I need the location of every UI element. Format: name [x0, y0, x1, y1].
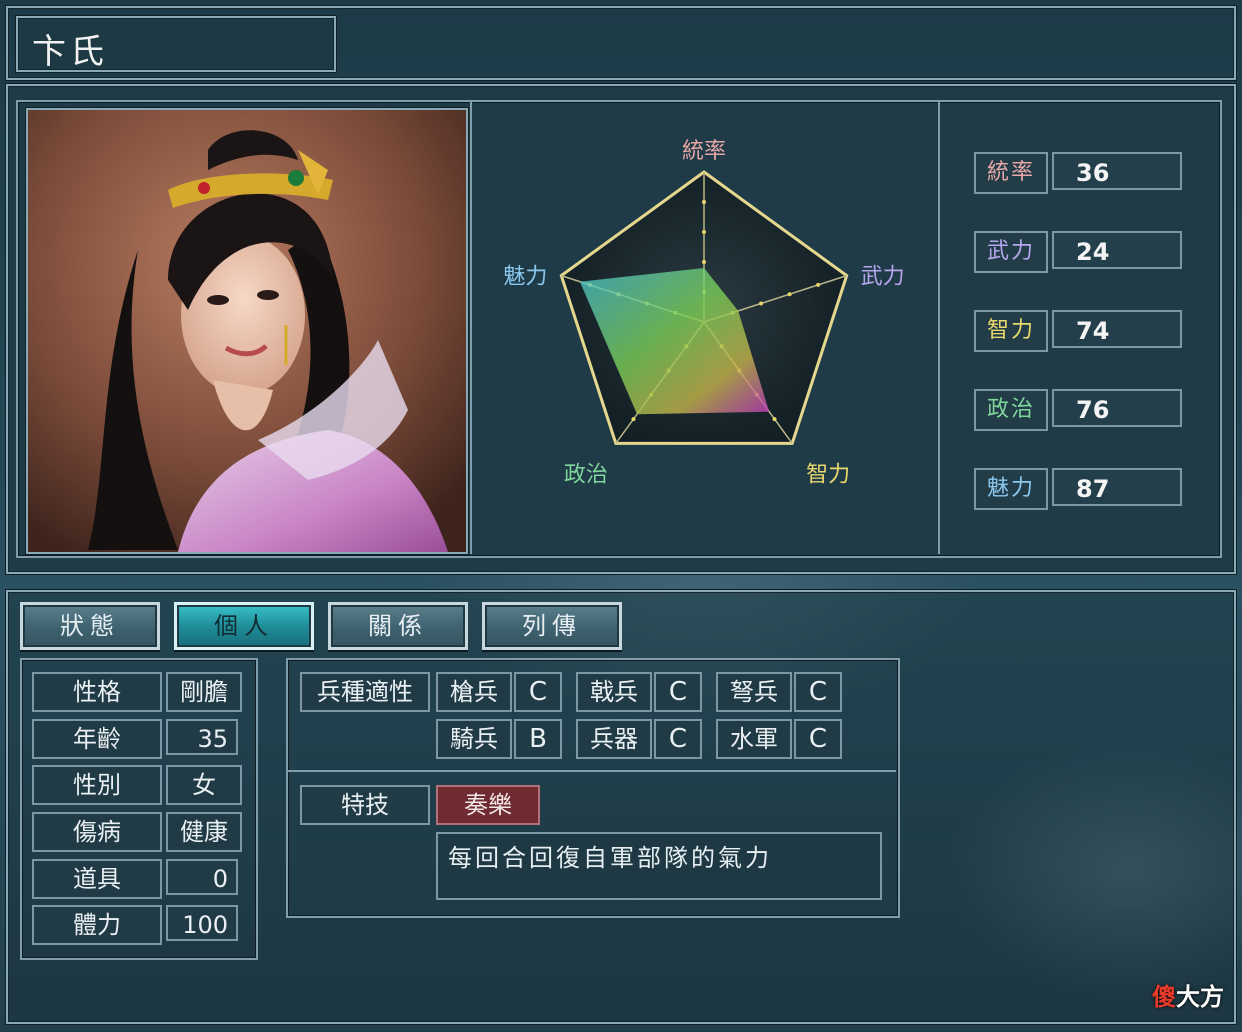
personal-value-stamina: 100	[166, 905, 238, 941]
stat-label-zhi: 智力	[974, 310, 1048, 352]
personal-value-personality: 剛膽	[166, 672, 242, 712]
radar-tick-dot	[631, 417, 636, 422]
officer-name: 卞氏	[32, 32, 108, 72]
personal-value-injury: 健康	[166, 812, 242, 852]
radar-tick-dot	[702, 230, 706, 234]
aptitude-grade-cavalry: B	[514, 719, 562, 759]
aptitude-title: 兵種適性	[300, 672, 430, 712]
watermark-part1: 傻	[1152, 983, 1176, 1011]
aptitude-grade-halberd: C	[654, 672, 702, 712]
aptitude-grade-navy: C	[794, 719, 842, 759]
radar-label-mei: 魅力	[503, 265, 547, 290]
stat-value-mei: 87	[1052, 468, 1182, 506]
aptitude-unit-spear: 槍兵	[436, 672, 512, 712]
radar-tick-dot	[759, 301, 764, 306]
tab-biography[interactable]: 列傳	[482, 602, 622, 650]
aptitude-grade-spear: C	[514, 672, 562, 712]
personal-label-age: 年齡	[32, 719, 162, 759]
radar-chart: 統率 武力 智力 政治 魅力	[503, 139, 905, 487]
aptitude-unit-navy: 水軍	[716, 719, 792, 759]
tab-personal[interactable]: 個人	[174, 602, 314, 650]
radar-tick-dot	[816, 282, 821, 287]
stat-label-tong: 統率	[974, 152, 1048, 194]
radar-label-wu: 武力	[861, 265, 905, 290]
stat-label-mei: 魅力	[974, 468, 1048, 510]
aptitude-unit-halberd: 戟兵	[576, 672, 652, 712]
aptitude-grade-siege: C	[654, 719, 702, 759]
personal-label-injury: 傷病	[32, 812, 162, 852]
stat-value-tong: 36	[1052, 152, 1182, 190]
personal-value-gender: 女	[166, 765, 242, 805]
radar-tick-dot	[772, 417, 777, 422]
aptitude-grade-crossbow: C	[794, 672, 842, 712]
watermark-logo: 傻大方	[1152, 977, 1224, 1012]
personal-label-stamina: 體力	[32, 905, 162, 945]
stat-label-zheng: 政治	[974, 389, 1048, 431]
skill-description: 每回合回復自軍部隊的氣力	[436, 832, 882, 900]
personal-label-items: 道具	[32, 859, 162, 899]
stat-value-wu: 24	[1052, 231, 1182, 269]
portrait	[26, 108, 468, 554]
radar-label-zhi: 智力	[806, 462, 850, 487]
aptitude-unit-cavalry: 騎兵	[436, 719, 512, 759]
personal-value-items: 0	[166, 859, 238, 895]
personal-value-age: 35	[166, 719, 238, 755]
skill-name[interactable]: 奏樂	[436, 785, 540, 825]
radar-tick-dot	[702, 260, 706, 264]
aptitude-unit-siege: 兵器	[576, 719, 652, 759]
personal-label-personality: 性格	[32, 672, 162, 712]
radar-label-zheng: 政治	[564, 462, 608, 487]
radar-tick-dot	[702, 200, 706, 204]
radar-tick-dot	[787, 292, 792, 297]
name-box: 卞氏	[16, 16, 336, 72]
stat-value-zhi: 74	[1052, 310, 1182, 348]
aptitude-divider	[286, 770, 896, 772]
tab-relations[interactable]: 關係	[328, 602, 468, 650]
tab-status[interactable]: 狀態	[20, 602, 160, 650]
personal-label-gender: 性別	[32, 765, 162, 805]
portrait-image	[28, 110, 466, 552]
stat-label-wu: 武力	[974, 231, 1048, 273]
skill-title: 特技	[300, 785, 430, 825]
aptitude-unit-crossbow: 弩兵	[716, 672, 792, 712]
watermark-part2: 大方	[1176, 983, 1224, 1011]
radar-label-tong: 統率	[682, 139, 726, 164]
stat-value-zheng: 76	[1052, 389, 1182, 427]
radar-divider-right	[938, 100, 940, 554]
